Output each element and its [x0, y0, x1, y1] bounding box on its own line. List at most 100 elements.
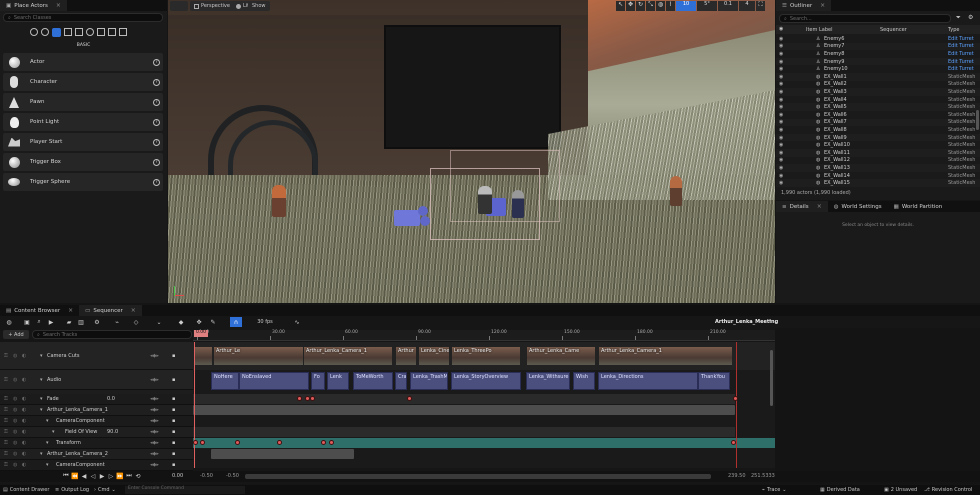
playback-options-icon[interactable]: ⌄	[154, 317, 164, 327]
keyframe-nav-icon[interactable]: ◂◆▸	[150, 407, 159, 413]
track-options-icon[interactable]: ▪	[172, 396, 175, 402]
fps-dropdown[interactable]: 30 fps	[252, 317, 278, 327]
tab-world-partition[interactable]: ▦ World Partition	[888, 201, 949, 212]
visibility-icon[interactable]: ◉	[779, 119, 783, 125]
place-actor-pawn[interactable]: Pawn ?	[3, 93, 163, 111]
maximize-viewport-icon[interactable]: ⛶	[756, 1, 765, 11]
audio-clip[interactable]: Fo	[311, 372, 325, 390]
perspective-button[interactable]: Perspective	[190, 1, 234, 11]
camera-cut-clip[interactable]: Lenka_Cinemati	[418, 346, 450, 366]
keyframe[interactable]	[321, 440, 326, 445]
outliner-scrollbar[interactable]	[976, 110, 979, 130]
solo-icon[interactable]: ◐	[22, 451, 26, 457]
pencil-icon[interactable]: ✎	[208, 317, 218, 327]
outliner-row[interactable]: ◉ ◍ EX_Wall1 StaticMesh	[776, 73, 980, 81]
step-forward-icon[interactable]: ▷	[107, 471, 115, 481]
film-icon[interactable]: ▥	[76, 317, 86, 327]
visibility-icon[interactable]: ◉	[779, 150, 783, 156]
keyframe[interactable]	[193, 440, 198, 445]
outliner-row[interactable]: ◉ ◍ EX_Wall9 StaticMesh	[776, 133, 980, 142]
keyframe[interactable]	[277, 440, 282, 445]
output-log-button[interactable]: ≡ Output Log	[55, 487, 89, 493]
world-space-icon[interactable]: ◍	[656, 1, 665, 11]
level-viewport[interactable]: Perspective Lit Show ↖ ✥ ↻ ⤡ ◍ ⌇ 10 5° 0…	[168, 0, 775, 303]
console-command-input[interactable]: Enter Console Command	[125, 486, 245, 494]
scale-snap-button[interactable]: 0.1	[718, 1, 738, 11]
lock-icon[interactable]: ⚿	[4, 429, 8, 435]
mute-icon[interactable]: ◍	[13, 407, 17, 413]
column-sequencer[interactable]: Sequencer	[880, 27, 907, 33]
column-type[interactable]: Type	[948, 27, 959, 33]
keyframe-nav-icon[interactable]: ◂◆▸	[150, 418, 159, 424]
playhead-marker[interactable]: 0.00	[194, 330, 208, 337]
audio-clip[interactable]: ToMeWorth	[353, 372, 393, 390]
outliner-row[interactable]: ◉ ◍ EX_Wall2 StaticMesh	[776, 81, 980, 89]
search-tracks-input[interactable]: ⌕ Search Tracks	[32, 330, 192, 339]
transform-gizmo-icon[interactable]: ✥	[194, 317, 204, 327]
save-icon[interactable]: ▣	[22, 317, 32, 327]
character-arthur[interactable]	[478, 186, 492, 214]
visibility-icon[interactable]: ◉	[779, 173, 783, 179]
outliner-row[interactable]: ◉ ◍ EX_Wall11 StaticMesh	[776, 149, 980, 157]
keyframe[interactable]	[297, 396, 302, 401]
track-header[interactable]: ⚿ ◍ ◐ ▾ Arthur_Lenka_Camera_2 ◂◆▸ ▪	[0, 449, 193, 460]
track-options-icon[interactable]: ▪	[172, 353, 175, 359]
visibility-icon[interactable]: ◉	[779, 157, 783, 163]
search-classes-input[interactable]: ⌕ Search Classes	[3, 13, 163, 22]
visibility-icon[interactable]: ◉	[779, 142, 783, 148]
track-header[interactable]: ⚿ ◍ ◐ ▾ Field Of View 90.0 ◂◆▸ ▪	[0, 427, 193, 438]
outliner-row[interactable]: ◉ ♙ Enemy6 Edit Turret	[776, 35, 980, 43]
outliner-row[interactable]: ◉ ◍ EX_Wall7 StaticMesh	[776, 118, 980, 127]
actions-icon[interactable]: ⚙	[92, 317, 102, 327]
track-value[interactable]: 90.0	[107, 429, 118, 435]
visibility-icon[interactable]: ◉	[779, 36, 783, 42]
translate-icon[interactable]: ✥	[626, 1, 635, 11]
expand-chevron-icon[interactable]: ▾	[46, 418, 49, 424]
place-actor-trigger-sphere[interactable]: Trigger Sphere ?	[3, 173, 163, 191]
camera-icon[interactable]: ▰	[64, 317, 74, 327]
tab-content-browser[interactable]: ▤ Content Browser ×	[0, 305, 79, 316]
audio-clip[interactable]: Lenka_Withsure	[526, 372, 570, 390]
loop-icon[interactable]: ⟲	[134, 471, 142, 481]
close-icon[interactable]: ×	[56, 2, 61, 9]
place-actor-player-start[interactable]: Player Start ?	[3, 133, 163, 151]
solo-icon[interactable]: ◐	[22, 462, 26, 468]
previous-key-icon[interactable]: ⏪	[71, 471, 79, 481]
tab-place-actors[interactable]: ▣ Place Actors ×	[0, 0, 67, 11]
working-range-start[interactable]: -0.50	[226, 473, 239, 479]
outliner-row[interactable]: ◉ ◍ EX_Wall14 StaticMesh	[776, 172, 980, 180]
timeline-area[interactable]: Arthur_Le Arthur_Lenka_Camera_1 Arthur Lenk…	[193, 342, 775, 468]
expand-chevron-icon[interactable]: ▾	[46, 462, 49, 468]
expand-chevron-icon[interactable]: ▾	[40, 396, 43, 402]
help-icon[interactable]: ?	[153, 58, 160, 66]
current-time[interactable]: 0.00	[172, 473, 183, 479]
visibility-icon[interactable]: ◉	[779, 66, 783, 72]
track-header[interactable]: ⚿ ◍ ◐ ▾ Camera Cuts ◂◆▸ ▪	[0, 342, 193, 370]
working-range-end[interactable]: 251.5333	[751, 473, 775, 479]
keyframe[interactable]	[731, 440, 736, 445]
place-actor-actor[interactable]: Actor ?	[3, 53, 163, 71]
unsaved-button[interactable]: ▣ 2 Unsaved	[884, 487, 917, 493]
tab-outliner[interactable]: ☰ Outliner ×	[776, 0, 832, 11]
audio-clip[interactable]: Lenka_Directions	[598, 372, 698, 390]
outliner-row[interactable]: ◉ ♙ Enemy10 Edit Turret	[776, 65, 980, 73]
trace-button[interactable]: ⌁ Trace ⌄	[762, 487, 786, 493]
grid-snap-button[interactable]: 10	[676, 1, 696, 11]
visibility-icon[interactable]: ◉	[779, 104, 783, 110]
view-range-start[interactable]: -0.50	[200, 473, 213, 479]
track-options-icon[interactable]: ▪	[172, 451, 175, 457]
audio-clip[interactable]: Lenka_TrashM	[410, 372, 448, 390]
cinematic-icon[interactable]	[75, 28, 83, 36]
camera-cut-clip[interactable]: Arthur_Lenka_Came	[526, 346, 596, 366]
outliner-item-type[interactable]: Edit Turret	[948, 43, 974, 49]
camera-cut-clip[interactable]: Arthur_Lenka_Camera_1	[598, 346, 733, 366]
audio-clip[interactable]: Lenka_StoryOverview	[451, 372, 521, 390]
solo-icon[interactable]: ◐	[22, 396, 26, 402]
find-asset-icon[interactable]: ⌕	[34, 317, 44, 327]
place-actor-point-light[interactable]: Point Light ?	[3, 113, 163, 131]
help-icon[interactable]: ?	[153, 118, 160, 126]
keyframe[interactable]	[407, 396, 412, 401]
camera-actor-icon[interactable]	[394, 206, 432, 228]
character-lenka[interactable]	[512, 190, 524, 218]
track-options-icon[interactable]: ▪	[172, 429, 175, 435]
